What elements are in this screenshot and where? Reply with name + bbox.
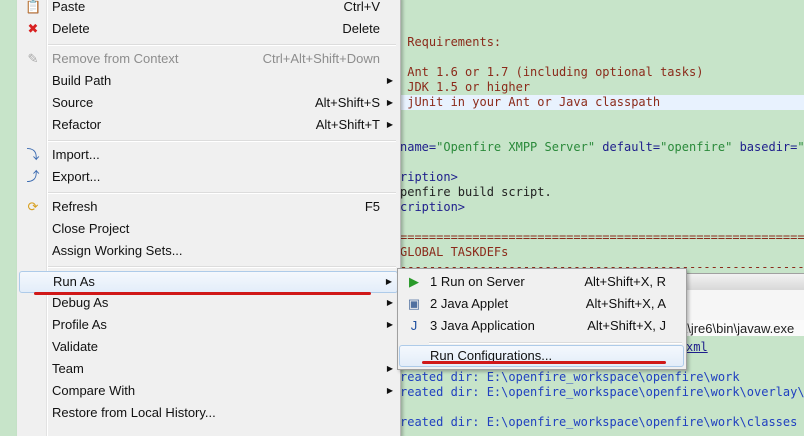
menu-item-1-run-on-server[interactable]: ▶ 1 Run on Server Alt+Shift+X, R — [400, 271, 684, 293]
menu-item-label: Paste — [52, 0, 86, 14]
menu-item-paste[interactable]: 📋 Paste Ctrl+V — [19, 0, 398, 18]
submenu-arrow-icon: ▶ — [386, 320, 393, 329]
menu-item-label: Delete — [52, 21, 90, 36]
menu-item-source[interactable]: Source Alt+Shift+S ▶ — [19, 92, 398, 114]
menu-item-label: Close Project — [52, 221, 130, 236]
menu-item-label: Team — [52, 361, 84, 376]
menu-item-label: Remove from Context — [52, 51, 179, 66]
run-on-server-icon: ▶ — [409, 274, 419, 289]
console-line: reated dir: E:\openfire_workspace\openfi… — [400, 370, 740, 384]
menu-item-assign-working-sets[interactable]: Assign Working Sets... — [19, 240, 398, 262]
menu-item-label: Build Path — [52, 73, 112, 88]
menu-item-profile-as[interactable]: Profile As ▶ — [19, 314, 398, 336]
shortcut: F5 — [364, 199, 380, 214]
menu-separator — [48, 140, 396, 142]
menu-separator — [48, 266, 396, 268]
run-as-submenu: ▶ 1 Run on Server Alt+Shift+X, R ▣ 2 Java Ap… — [397, 268, 687, 370]
menu-item-label: 3 Java Application — [430, 318, 535, 333]
delete-icon: ✖ — [27, 21, 39, 36]
annotation-underline-run-configurations — [422, 361, 666, 364]
console-line: reated dir: E:\openfire_workspace\openfi… — [400, 385, 804, 399]
attr: name= — [400, 140, 437, 154]
java-applet-icon: ▣ — [407, 296, 421, 311]
shortcut: Alt+Shift+X, R — [584, 274, 666, 289]
code-line: cription> — [400, 200, 466, 214]
attr: basedir= — [732, 140, 798, 154]
code-line: JDK 1.5 or higher — [400, 80, 531, 94]
console-line: reated dir: E:\openfire_workspace\openfi… — [400, 415, 798, 429]
submenu-arrow-icon: ▶ — [386, 298, 393, 307]
menu-item-label: Profile As — [52, 317, 107, 332]
submenu-arrow-icon: ▶ — [386, 386, 393, 395]
menu-item-label: Refresh — [52, 199, 98, 214]
menu-item-refactor[interactable]: Refactor Alt+Shift+T ▶ — [19, 114, 398, 136]
value: ".. — [797, 140, 804, 154]
menu-item-export[interactable]: ⤴ Export... — [19, 166, 398, 188]
menu-item-remove-from-context[interactable]: ✎ Remove from Context Ctrl+Alt+Shift+Down — [19, 48, 398, 70]
code-line: ription> — [400, 170, 458, 184]
menu-item-2-java-applet[interactable]: ▣ 2 Java Applet Alt+Shift+X, A — [400, 293, 684, 315]
menu-item-build-path[interactable]: Build Path ▶ — [19, 70, 398, 92]
menu-item-label: Compare With — [52, 383, 136, 398]
attr: default= — [595, 140, 661, 154]
shortcut: Delete — [342, 21, 380, 36]
menu-item-label: Validate — [52, 339, 99, 354]
console-link[interactable]: xml — [686, 340, 708, 355]
menu-item-debug-as[interactable]: Debug As ▶ — [19, 292, 398, 314]
menu-item-compare-with[interactable]: Compare With ▶ — [19, 380, 398, 402]
shortcut: Ctrl+V — [343, 0, 380, 14]
submenu-arrow-icon: ▶ — [386, 120, 393, 129]
menu-separator — [48, 192, 396, 194]
java-application-icon: J — [410, 318, 418, 333]
menu-item-run-as[interactable]: Run As ▶ — [19, 271, 398, 293]
menu-item-delete[interactable]: ✖ Delete Delete — [19, 18, 398, 40]
menu-item-label: Export... — [52, 169, 101, 184]
shortcut: Alt+Shift+S — [314, 95, 380, 110]
menu-item-restore-from-local-history[interactable]: Restore from Local History... — [19, 402, 398, 424]
shortcut: Ctrl+Alt+Shift+Down — [262, 51, 380, 66]
menu-item-label: 2 Java Applet — [430, 296, 509, 311]
paste-icon: 📋 — [25, 0, 42, 14]
menu-item-label: Source — [52, 95, 94, 110]
code-line: Ant 1.6 or 1.7 (including optional tasks… — [400, 65, 704, 79]
code-line: ========================================… — [400, 230, 804, 244]
menu-separator — [48, 44, 396, 46]
shortcut: Alt+Shift+X, A — [585, 296, 666, 311]
code-line: GLOBAL TASKDEFs — [400, 245, 509, 259]
menu-item-label: Assign Working Sets... — [52, 243, 183, 258]
menu-item-import[interactable]: ⤵ Import... — [19, 144, 398, 166]
remove-context-icon: ✎ — [27, 51, 39, 66]
submenu-arrow-icon: ▶ — [386, 76, 393, 85]
menu-item-validate[interactable]: Validate — [19, 336, 398, 358]
menu-item-refresh[interactable]: ⟳ Refresh F5 — [19, 196, 398, 218]
project-tag-line: name="Openfire XMPP Server" default="ope… — [400, 140, 804, 155]
menu-item-label: Import... — [52, 147, 100, 162]
submenu-arrow-icon: ▶ — [385, 277, 392, 286]
submenu-arrow-icon: ▶ — [386, 98, 393, 107]
menu-item-team[interactable]: Team ▶ — [19, 358, 398, 380]
value: "Openfire XMPP Server" — [436, 140, 596, 154]
refresh-icon: ⟳ — [27, 199, 39, 214]
menu-item-label: Run As — [53, 274, 95, 289]
submenu-arrow-icon: ▶ — [386, 364, 393, 373]
menu-item-label: 1 Run on Server — [430, 274, 525, 289]
console-process-label: a\jre6\bin\javaw.exe — [680, 321, 795, 336]
code-line: Requirements: — [400, 35, 502, 49]
value: "openfire" — [660, 140, 733, 154]
shortcut: Alt+Shift+T — [315, 117, 380, 132]
menu-item-close-project[interactable]: Close Project — [19, 218, 398, 240]
import-icon: ⤵ — [26, 147, 40, 162]
menu-separator — [429, 342, 682, 344]
code-line: jUnit in your Ant or Java classpath — [400, 95, 661, 109]
menu-item-label: Refactor — [52, 117, 102, 132]
menu-item-label: Restore from Local History... — [52, 405, 216, 420]
menu-item-3-java-application[interactable]: J 3 Java Application Alt+Shift+X, J — [400, 315, 684, 337]
annotation-underline-run-as — [34, 292, 371, 295]
shortcut: Alt+Shift+X, J — [587, 318, 666, 333]
menu-item-label: Debug As — [52, 295, 109, 310]
context-menu: 📋 Paste Ctrl+V ✖ Delete Delete ✎ Remove from Co… — [17, 0, 401, 436]
export-icon: ⤴ — [26, 169, 40, 184]
code-line: penfire build script. — [400, 185, 552, 199]
